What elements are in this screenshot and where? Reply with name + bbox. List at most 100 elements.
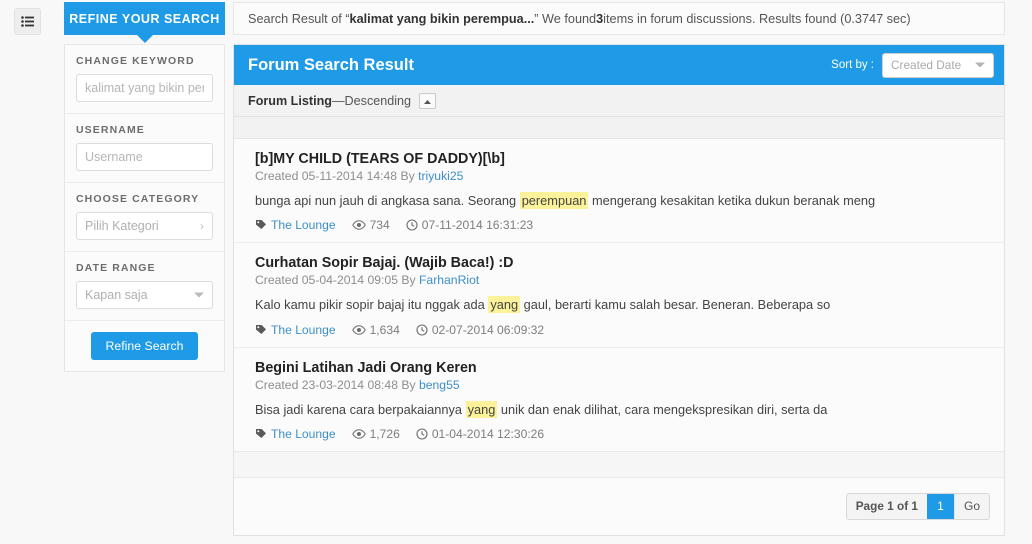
panel-header: Forum Search Result Sort by : Created Da… xyxy=(234,45,1004,85)
snippet-highlight: perempuan xyxy=(519,192,589,209)
result-snippet: bunga api nun jauh di angkasa sana. Seor… xyxy=(255,192,990,209)
change-keyword-label: CHANGE KEYWORD xyxy=(76,55,195,67)
snippet-before: Kalo kamu pikir sopir bajaj itu nggak ad… xyxy=(255,297,489,313)
username-field[interactable] xyxy=(76,143,213,171)
summary-mid: ” We found xyxy=(534,11,597,26)
refine-search-button[interactable]: Refine Search xyxy=(90,332,199,360)
result-author-link[interactable]: beng55 xyxy=(419,378,460,392)
change-keyword-input[interactable] xyxy=(85,75,204,101)
date-range-select[interactable]: Kapan saja xyxy=(76,281,213,309)
result-title[interactable]: [b]MY CHILD (TEARS OF DADDY)[\b] xyxy=(255,151,990,167)
result-title[interactable]: Curhatan Sopir Bajaj. (Wajib Baca!) :D xyxy=(255,255,990,271)
listing-dash: — xyxy=(331,93,345,108)
summary-query: kalimat yang bikin perempua... xyxy=(349,11,535,26)
sort-direction-toggle[interactable] xyxy=(419,92,437,109)
snippet-after: mengerang kesakitan ketika dukun beranak… xyxy=(588,193,876,208)
result-views: 1,634 xyxy=(351,322,400,337)
refine-sidebar-panel: CHANGE KEYWORD USERNAME CHOOSE CATEGORY … xyxy=(64,44,225,372)
date-range-label: DATE RANGE xyxy=(76,262,156,274)
menu-toggle-button[interactable] xyxy=(14,8,41,35)
result-title[interactable]: Begini Latihan Jadi Orang Keren xyxy=(255,360,990,376)
page-info-label: Page 1 of 1 xyxy=(855,499,918,514)
clock-icon xyxy=(406,219,418,231)
page-root: REFINE YOUR SEARCH Search Result of “kal… xyxy=(0,0,1032,544)
choose-category-value: Pilih Kategori xyxy=(85,219,159,233)
table-row: [b]MY CHILD (TEARS OF DADDY)[\b] Created… xyxy=(234,139,1004,244)
result-category[interactable]: The Lounge xyxy=(255,218,336,232)
summary-count: 3 xyxy=(596,11,604,26)
table-row: Curhatan Sopir Bajaj. (Wajib Baca!) :D C… xyxy=(234,243,1004,348)
result-views: 1,726 xyxy=(351,426,400,441)
tag-icon xyxy=(255,428,267,440)
search-summary-bar: Search Result of “kalimat yang bikin per… xyxy=(233,2,1005,35)
result-meta-row: The Lounge 1,634 02-07-2014 06:09:32 xyxy=(255,323,990,337)
snippet-before: bunga api nun jauh di angkasa sana. Seor… xyxy=(255,193,520,208)
username-label: USERNAME xyxy=(76,124,145,136)
sidebar-group-date-range: DATE RANGE Kapan saja xyxy=(65,252,224,321)
chevron-down-icon xyxy=(975,62,985,68)
result-created-text: Created 05-11-2014 14:48 By xyxy=(255,169,419,183)
sort-by-value: Created Date xyxy=(891,58,962,72)
result-views: 734 xyxy=(351,218,390,233)
clock-icon xyxy=(416,323,428,336)
result-category[interactable]: The Lounge xyxy=(255,323,336,337)
eye-icon xyxy=(351,429,366,439)
result-created-line: Created 05-04-2014 09:05 By FarhanRiot xyxy=(255,273,990,287)
result-author-link[interactable]: FarhanRiot xyxy=(419,273,479,287)
summary-prefix: Search Result of “ xyxy=(248,11,350,26)
result-snippet: Kalo kamu pikir sopir bajaj itu nggak ad… xyxy=(255,296,990,314)
choose-category-label: CHOOSE CATEGORY xyxy=(76,193,200,205)
sidebar-group-username: USERNAME xyxy=(65,114,224,183)
result-created-text: Created 05-04-2014 09:05 By xyxy=(255,273,419,288)
result-snippet: Bisa jadi karena cara berpakaiannya yang… xyxy=(255,400,990,418)
change-keyword-field[interactable] xyxy=(76,74,213,102)
result-meta-row: The Lounge 1,726 01-04-2014 12:30:26 xyxy=(255,427,990,441)
result-date-text: 07-11-2014 16:31:23 xyxy=(421,218,534,233)
result-date-text: 01-04-2014 12:30:26 xyxy=(431,426,545,441)
go-button[interactable]: Go xyxy=(953,493,989,519)
forum-listing-label: Forum Listing xyxy=(248,93,332,108)
result-date: 01-04-2014 12:30:26 xyxy=(416,427,544,441)
result-meta-row: The Lounge 734 07-11-2014 16:31:23 xyxy=(255,218,990,232)
list-menu-icon xyxy=(21,16,34,27)
chevron-up-icon xyxy=(423,94,432,108)
results-footer-strip xyxy=(234,450,1004,478)
snippet-before: Bisa jadi karena cara berpakaiannya xyxy=(255,401,466,417)
forum-search-result-panel: Forum Search Result Sort by : Created Da… xyxy=(233,44,1005,536)
result-category-label[interactable]: The Lounge xyxy=(271,218,336,232)
result-date-text: 02-07-2014 06:09:32 xyxy=(431,322,545,337)
page-number-1[interactable]: 1 xyxy=(926,493,954,519)
result-views-count: 1,726 xyxy=(369,426,400,441)
sidebar-group-category: CHOOSE CATEGORY Pilih Kategori › xyxy=(65,183,224,252)
refine-submit-wrap: Refine Search xyxy=(65,321,224,371)
result-date: 02-07-2014 06:09:32 xyxy=(416,323,544,337)
snippet-after: unik dan enak dilihat, cara mengekspresi… xyxy=(497,401,828,417)
snippet-after: gaul, berarti kamu salah besar. Beneran.… xyxy=(520,297,831,313)
refine-your-search-tab[interactable]: REFINE YOUR SEARCH xyxy=(64,2,225,35)
eye-icon xyxy=(351,220,366,230)
sort-by-select[interactable]: Created Date xyxy=(882,52,994,78)
result-category[interactable]: The Lounge xyxy=(255,427,336,441)
listing-order: Descending xyxy=(344,93,412,108)
result-views-count: 1,634 xyxy=(369,322,400,337)
result-views-count: 734 xyxy=(369,218,390,233)
snippet-highlight: yang xyxy=(488,296,521,314)
listing-spacer-strip xyxy=(234,117,1004,139)
choose-category-select[interactable]: Pilih Kategori › xyxy=(76,212,213,240)
results-list: [b]MY CHILD (TEARS OF DADDY)[\b] Created… xyxy=(234,139,1004,451)
sidebar-group-keyword: CHANGE KEYWORD xyxy=(65,45,224,114)
forum-listing-bar: Forum Listing — Descending xyxy=(234,85,1004,117)
tag-icon xyxy=(255,219,267,231)
result-created-line: Created 05-11-2014 14:48 By triyuki25 xyxy=(255,169,990,183)
pagination-area: Page 1 of 1 1 Go xyxy=(234,477,1004,535)
clock-icon xyxy=(416,428,428,440)
result-category-label[interactable]: The Lounge xyxy=(271,427,336,441)
table-row: Begini Latihan Jadi Orang Keren Created … xyxy=(234,348,1004,451)
username-input[interactable] xyxy=(85,144,204,170)
result-author-link[interactable]: triyuki25 xyxy=(418,169,463,183)
summary-suffix: items in forum discussions. Results foun… xyxy=(603,11,911,26)
result-date: 07-11-2014 16:31:23 xyxy=(406,218,533,232)
chevron-right-icon: › xyxy=(200,219,204,233)
pagination: Page 1 of 1 1 Go xyxy=(845,492,990,520)
result-category-label[interactable]: The Lounge xyxy=(271,323,336,337)
